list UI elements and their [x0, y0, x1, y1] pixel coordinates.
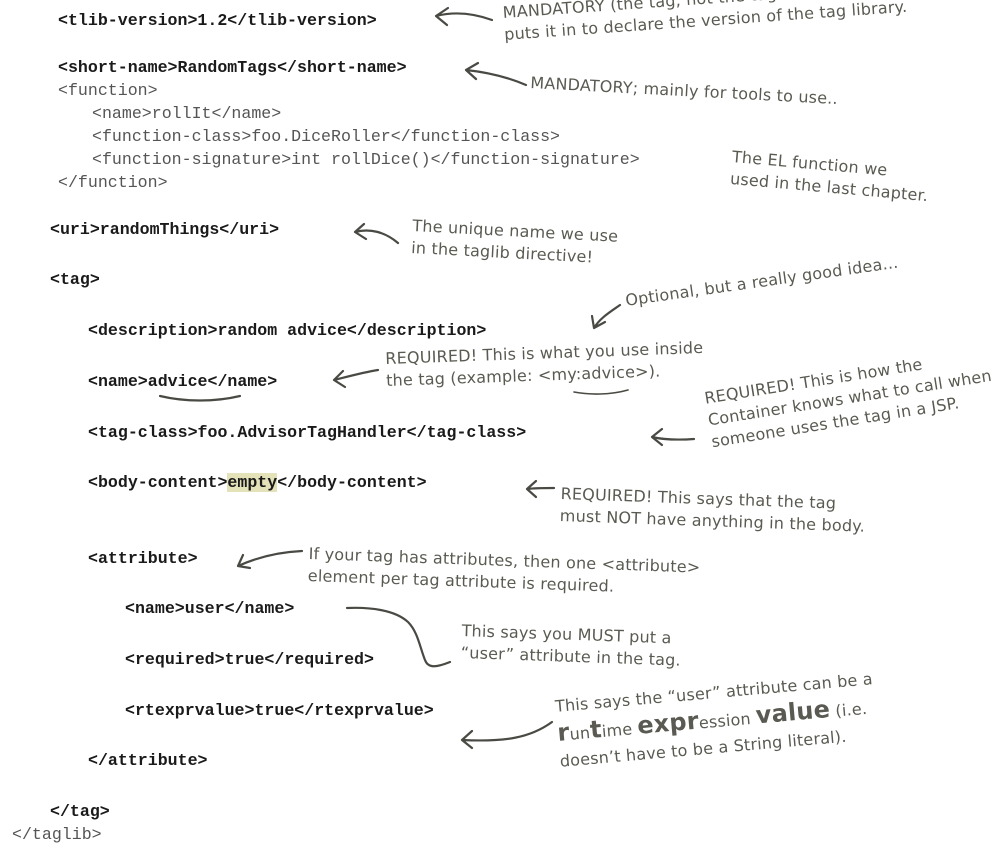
arrow-rtexprvalue	[460, 720, 554, 750]
arrow-body-content	[525, 479, 556, 499]
underline-advice	[158, 394, 242, 402]
arrow-attribute	[236, 549, 304, 570]
annotation-arrows	[158, 6, 696, 750]
arrow-name	[332, 368, 380, 389]
arrow-tag-class	[650, 427, 696, 447]
arrow-uri	[353, 222, 400, 245]
arrow-tlib-version	[434, 6, 494, 27]
bracket-user-required	[345, 606, 452, 668]
arrow-short-name	[464, 61, 528, 87]
underline-my-advice	[573, 389, 629, 395]
arrow-description	[590, 303, 622, 330]
